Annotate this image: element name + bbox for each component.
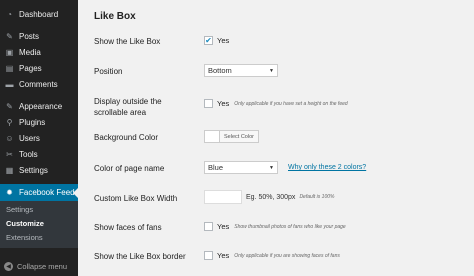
comments-icon: ▬ [5,79,14,89]
like-box-border-checkbox[interactable] [204,251,213,260]
sidebar-item-label: Plugins [19,117,46,127]
sidebar-item-label: Tools [19,149,38,159]
sidebar-item-label: Appearance [19,101,63,111]
sidebar-item-appearance[interactable]: ✎ Appearance [0,98,78,114]
display-outside-value: Yes [217,99,230,108]
sidebar-item-dashboard[interactable]: ◔ Dashboard [0,6,78,22]
settings-icon: ▦ [5,165,14,175]
collapse-menu-button[interactable]: ◀ Collapse menu [4,262,67,271]
sidebar-item-label: Settings [19,165,48,175]
display-outside-checkbox[interactable] [204,99,213,108]
display-outside-label-line2: scrollable area [94,108,147,117]
pages-icon: ▤ [5,63,14,73]
show-faces-label: Show faces of fans [94,223,162,232]
users-icon: ☺ [5,133,14,143]
sidebar-item-label: Comments [19,79,58,89]
submenu-item-customize[interactable]: Customize [0,217,78,231]
dashboard-icon: ◔ [7,9,12,19]
color-page-name-label: Color of page name [94,164,165,173]
show-faces-checkbox[interactable] [204,222,213,231]
sidebar-item-media[interactable]: ▣ Media [0,44,78,60]
position-select[interactable]: Bottom ▼ [204,64,278,77]
gear-icon: ✹ [6,188,13,197]
checkmark-icon: ✔ [205,35,212,45]
custom-width-input[interactable] [204,190,242,204]
background-color-picker[interactable]: Select Color [204,130,259,143]
show-like-box-label: Show the Like Box [94,37,161,46]
like-box-border-note: Only applicable if you are showing faces… [234,252,340,259]
sidebar-item-label: Media [19,47,41,57]
like-box-border-value: Yes [217,251,230,260]
sidebar-item-label: Dashboard [19,9,59,19]
pin-icon: ✎ [6,31,13,41]
appearance-icon: ✎ [6,101,13,111]
chevron-down-icon: ▼ [269,164,274,171]
like-box-border-label: Show the Like Box border [94,252,186,261]
submenu-item-settings[interactable]: Settings [0,203,78,217]
sidebar-item-label: Posts [19,31,40,41]
sidebar-item-facebook-feed[interactable]: ✹ Facebook Feed [0,184,78,201]
color-swatch [205,131,220,142]
sidebar-item-plugins[interactable]: ⚲ Plugins [0,114,78,130]
admin-sidebar: ◔ Dashboard ✎ Posts ▣ Media ▤ Pages ▬ Co… [0,0,78,276]
sidebar-item-label: Facebook Feed [19,188,75,197]
show-faces-value: Yes [217,222,230,231]
sidebar-item-tools[interactable]: ✂ Tools [0,146,78,162]
position-label: Position [94,67,123,76]
background-color-label: Background Color [94,133,159,142]
tools-icon: ✂ [6,149,13,159]
sidebar-item-settings[interactable]: ▦ Settings [0,162,78,178]
plugins-icon: ⚲ [6,117,13,127]
sidebar-item-users[interactable]: ☺ Users [0,130,78,146]
main-content: Like Box Show the Like Box ✔ Yes Positio… [78,0,474,276]
submenu-item-extensions[interactable]: Extensions [0,231,78,245]
custom-width-label: Custom Like Box Width [94,194,178,203]
select-color-label: Select Color [224,133,254,140]
color-page-name-select-value: Blue [208,163,224,172]
show-like-box-value: Yes [217,36,230,45]
sidebar-item-label: Pages [19,63,42,73]
collapse-icon: ◀ [4,262,13,271]
color-page-name-select[interactable]: Blue ▼ [204,161,278,174]
sidebar-item-posts[interactable]: ✎ Posts [0,28,78,44]
display-outside-label-line1: Display outside the [94,97,162,106]
facebook-feed-submenu: Settings Customize Extensions [0,201,78,248]
media-icon: ▣ [5,47,14,57]
sidebar-item-label: Users [19,133,40,143]
position-select-value: Bottom [208,66,232,75]
display-outside-label: Display outside the scrollable area [94,96,162,118]
section-heading: Like Box [94,11,136,22]
show-faces-note: Show thumbnail photos of fans who like y… [234,223,346,230]
custom-width-hint: Eg. 50%, 300px [246,193,296,201]
sidebar-item-comments[interactable]: ▬ Comments [0,76,78,92]
chevron-down-icon: ▼ [269,67,274,74]
custom-width-default: Default is 100% [299,194,335,200]
sidebar-item-pages[interactable]: ▤ Pages [0,60,78,76]
why-two-colors-link[interactable]: Why only these 2 colors? [288,164,366,171]
show-like-box-checkbox[interactable]: ✔ [204,36,213,45]
collapse-menu-label: Collapse menu [17,262,68,271]
display-outside-note: Only applicable if you have set a height… [234,100,348,107]
